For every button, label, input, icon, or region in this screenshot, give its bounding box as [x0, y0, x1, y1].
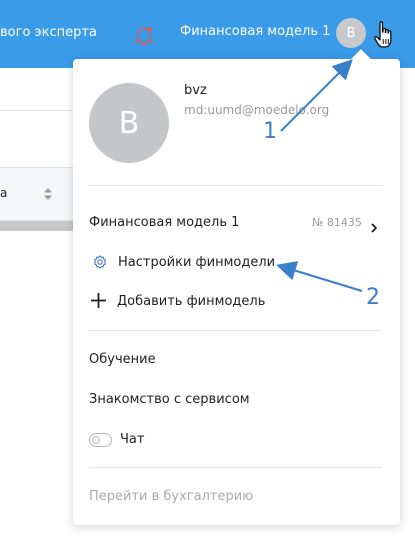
user-name: bvz — [184, 83, 207, 98]
hand-cursor-icon — [373, 20, 395, 50]
avatar[interactable]: B — [336, 18, 366, 48]
profile-avatar: B — [89, 83, 169, 163]
training-menu-item[interactable]: Обучение — [89, 352, 156, 367]
plus-icon[interactable] — [90, 292, 107, 309]
add-model-menu-item[interactable]: Добавить финмодель — [117, 294, 265, 309]
chat-toggle[interactable] — [89, 433, 112, 447]
model-menu-item[interactable]: Финансовая модель 1 — [89, 215, 239, 230]
background-divider — [0, 110, 75, 111]
bell-icon[interactable] — [131, 22, 157, 48]
intro-menu-item[interactable]: Знакомство с сервисом — [89, 392, 250, 407]
divider — [89, 467, 382, 468]
background-table-header — [0, 167, 75, 221]
settings-menu-item[interactable]: Настройки финмодели — [118, 255, 275, 270]
chevron-right-icon[interactable] — [370, 218, 378, 233]
user-dropdown-menu: B bvz md:uumd@moedelo.org Финансовая мод… — [73, 49, 400, 525]
background-scrollbar — [0, 221, 75, 231]
toggle-knob — [91, 435, 100, 444]
model-number: № 81435 — [312, 216, 362, 229]
chat-menu-item[interactable]: Чат — [120, 432, 144, 447]
divider — [89, 185, 382, 186]
accounting-link[interactable]: Перейти в бухгалтерию — [89, 489, 253, 504]
user-email: md:uumd@moedelo.org — [184, 103, 330, 117]
background-column-header[interactable]: а — [0, 186, 7, 200]
annotation-label-1: 1 — [263, 119, 277, 144]
annotation-label-2: 2 — [366, 285, 380, 310]
sort-icon[interactable] — [42, 186, 54, 200]
model-title[interactable]: Финансовая модель 1 — [180, 24, 330, 39]
gear-icon[interactable] — [93, 254, 107, 269]
divider — [89, 330, 382, 331]
header-left-text[interactable]: вого эксперта — [0, 25, 97, 40]
